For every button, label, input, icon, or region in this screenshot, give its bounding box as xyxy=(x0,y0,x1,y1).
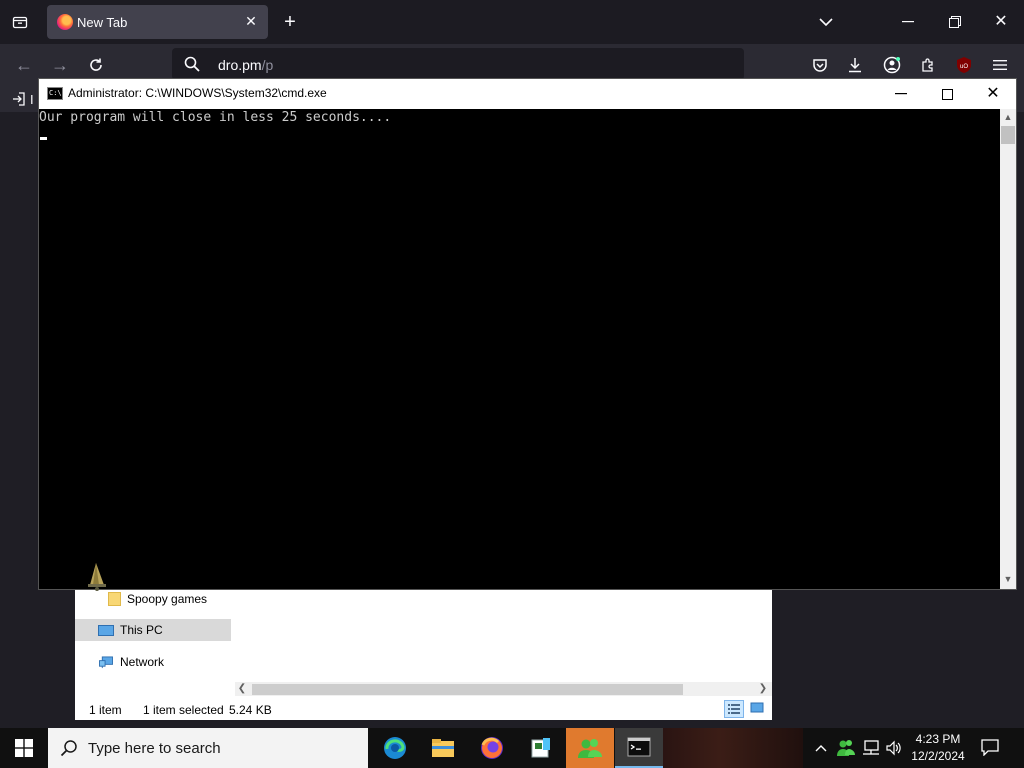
back-arrow-icon[interactable]: ← xyxy=(14,56,34,74)
pocket-icon[interactable] xyxy=(810,55,830,75)
window-close-icon[interactable]: ✕ xyxy=(991,12,1011,32)
firefox-favicon-icon xyxy=(57,14,73,30)
cmd-window: C:\ Administrator: C:\WINDOWS\System32\c… xyxy=(39,79,1016,591)
file-explorer-window: Spoopy games This PC Network ❮ ❯ 1 item … xyxy=(75,585,772,720)
hamburger-menu-icon[interactable] xyxy=(990,55,1010,75)
status-size: 5.24 KB xyxy=(229,703,272,717)
window-minimize-icon[interactable] xyxy=(898,12,918,32)
large-icons-view-icon[interactable] xyxy=(748,700,768,718)
console-text: Our program will close in less 25 second… xyxy=(39,110,392,125)
browser-tab-bar: New Tab ✕ + ✕ xyxy=(0,0,1024,44)
status-item-count: 1 item xyxy=(89,703,122,717)
ublock-origin-icon[interactable]: uO xyxy=(954,55,974,75)
scroll-thumb[interactable] xyxy=(1001,126,1015,144)
chevron-down-icon[interactable] xyxy=(816,12,836,32)
account-icon[interactable] xyxy=(882,55,902,75)
scroll-right-icon[interactable]: ❯ xyxy=(756,682,770,696)
tab-list-icon[interactable] xyxy=(10,13,30,31)
svg-text:uO: uO xyxy=(960,64,968,70)
scroll-thumb[interactable] xyxy=(252,684,683,695)
clock-date[interactable]: 12/2/2024 xyxy=(904,749,972,763)
volume-icon[interactable] xyxy=(885,739,903,757)
url-host: dro.pm xyxy=(218,57,262,73)
window-close-icon[interactable]: ✕ xyxy=(981,84,1005,104)
window-restore-icon[interactable] xyxy=(945,12,965,32)
navigation-pane: Spoopy games This PC Network xyxy=(75,585,231,680)
url-text: dro.pm/p xyxy=(218,57,273,73)
taskbar-notepad-icon[interactable] xyxy=(517,728,565,768)
search-icon xyxy=(184,56,200,72)
extensions-puzzle-icon[interactable] xyxy=(918,55,938,75)
windows-start-icon[interactable] xyxy=(0,728,48,768)
taskbar-file-explorer-icon[interactable] xyxy=(419,728,467,768)
tab-close-icon[interactable]: ✕ xyxy=(243,13,259,29)
tray-users-icon[interactable] xyxy=(836,738,856,758)
taskbar-users-app-icon[interactable] xyxy=(566,728,614,768)
network-icon xyxy=(99,655,113,668)
console-output-area[interactable]: Our program will close in less 25 second… xyxy=(39,109,1000,591)
taskbar: Type here to search 4:23 PM 12/2/2024 xyxy=(0,728,1024,768)
bell-sprite-icon xyxy=(88,563,106,591)
bookmark-label: I xyxy=(30,91,34,107)
folder-icon xyxy=(108,592,121,606)
cmd-window-title: Administrator: C:\WINDOWS\System32\cmd.e… xyxy=(68,86,327,100)
reload-icon[interactable] xyxy=(86,55,106,75)
nav-item-network[interactable]: Network xyxy=(75,651,231,673)
taskbar-firefox-icon[interactable] xyxy=(468,728,516,768)
taskbar-wallpaper-area xyxy=(663,728,803,768)
window-minimize-icon[interactable] xyxy=(889,84,913,104)
tab-title: New Tab xyxy=(77,15,128,30)
nav-item-label: Spoopy games xyxy=(127,592,208,606)
url-path: /p xyxy=(261,57,274,73)
explorer-status-bar: 1 item 1 item selected 5.24 KB xyxy=(75,698,772,720)
cmd-app-icon: C:\ xyxy=(47,87,63,100)
new-tab-plus-icon[interactable]: + xyxy=(280,12,300,32)
nav-item-label: This PC xyxy=(120,623,163,637)
taskbar-search-box[interactable]: Type here to search xyxy=(48,728,368,768)
horizontal-scrollbar[interactable]: ❮ ❯ xyxy=(235,682,772,696)
computer-icon xyxy=(98,624,114,636)
clock-time[interactable]: 4:23 PM xyxy=(904,732,972,746)
tab-new-tab[interactable]: New Tab ✕ xyxy=(47,5,268,39)
scroll-up-icon[interactable]: ▲ xyxy=(1000,110,1016,124)
search-placeholder: Type here to search xyxy=(88,740,221,757)
search-icon xyxy=(60,739,78,757)
taskbar-cmd-icon[interactable] xyxy=(615,728,663,768)
nav-item-this-pc[interactable]: This PC xyxy=(75,619,231,641)
nav-item-label: Network xyxy=(120,655,165,669)
show-hidden-icons-chevron-up-icon[interactable] xyxy=(813,740,829,756)
import-icon xyxy=(13,92,25,106)
scroll-down-icon[interactable]: ▼ xyxy=(1000,572,1016,586)
vertical-scrollbar[interactable]: ▲ ▼ xyxy=(1000,109,1016,589)
network-icon[interactable] xyxy=(862,739,880,757)
download-icon[interactable] xyxy=(845,55,865,75)
window-maximize-icon[interactable] xyxy=(935,84,959,104)
cmd-title-bar[interactable]: C:\ Administrator: C:\WINDOWS\System32\c… xyxy=(39,79,1016,109)
taskbar-edge-icon[interactable] xyxy=(371,728,419,768)
notification-center-icon[interactable] xyxy=(980,738,1002,758)
status-selected: 1 item selected xyxy=(143,703,224,717)
forward-arrow-icon[interactable]: → xyxy=(50,56,70,74)
console-cursor xyxy=(40,137,47,140)
url-bar[interactable]: dro.pm/p xyxy=(172,48,744,80)
scroll-left-icon[interactable]: ❮ xyxy=(235,682,249,696)
bookmark-import-item[interactable]: I xyxy=(12,90,42,108)
details-view-icon[interactable] xyxy=(724,700,744,718)
